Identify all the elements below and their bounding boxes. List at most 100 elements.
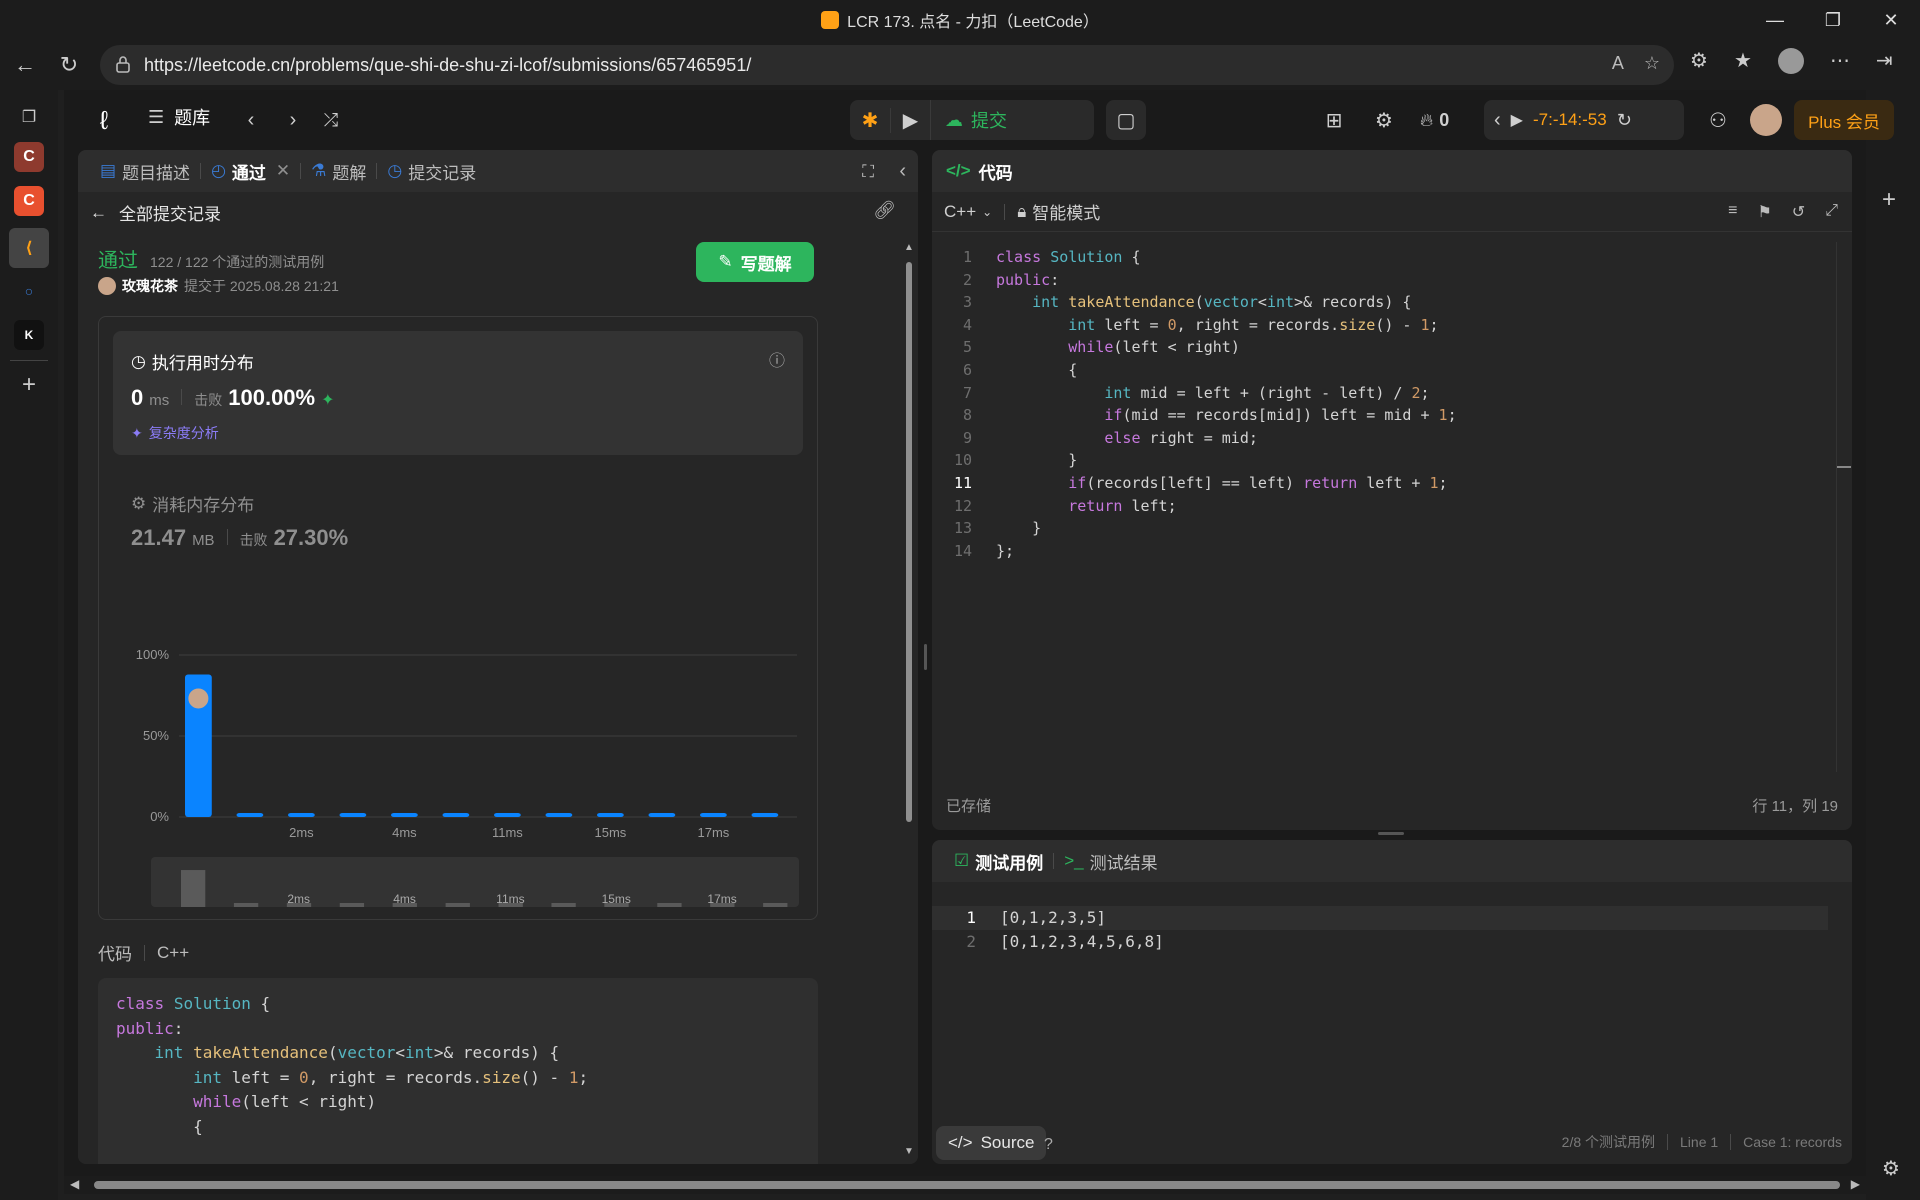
favorite-star-icon[interactable]: ☆ bbox=[1644, 53, 1660, 74]
runtime-box[interactable]: ◷ 执行用时分布 ⓘ 0 ms 击败 100.00% ✦ ✦ 复杂度分析 bbox=[113, 331, 803, 455]
code-area[interactable]: 1 class Solution {2 public: 3 int takeAtten… bbox=[932, 242, 1832, 562]
tab-testcases[interactable]: ☑ 测试用例 bbox=[946, 849, 1051, 874]
code-line[interactable]: 5 while(left < right) bbox=[932, 336, 1832, 359]
tab-csdn-icon[interactable]: C bbox=[14, 142, 44, 172]
runtime-distribution-chart[interactable]: 100% 50% 0% 2ms 4ms 11ms 15ms 17ms bbox=[109, 607, 809, 847]
code-line[interactable]: 10 } bbox=[932, 449, 1832, 472]
streak-counter[interactable]: 🔥︎ 0 bbox=[1420, 104, 1449, 136]
language-select[interactable]: C++ ⌄ bbox=[944, 202, 992, 222]
notes-icon[interactable]: ▢ bbox=[1106, 100, 1146, 140]
editor-minimap-scroll[interactable] bbox=[1836, 242, 1852, 772]
code-line[interactable]: 12 return left; bbox=[932, 495, 1832, 518]
user-avatar[interactable] bbox=[1750, 104, 1782, 136]
tab-search-icon[interactable]: ○ bbox=[14, 276, 44, 306]
plus-member-button[interactable]: Plus 会员 bbox=[1794, 100, 1894, 140]
code-line[interactable]: 11 if(records[left] == left) return left… bbox=[932, 472, 1832, 495]
fullscreen-icon[interactable]: ⛶ bbox=[862, 162, 874, 182]
mini-distribution-chart[interactable]: 2ms 4ms 11ms 15ms 17ms bbox=[151, 857, 799, 907]
testcase-line-1[interactable]: 1 [0,1,2,3,5] bbox=[932, 906, 1828, 930]
share-link-icon[interactable]: 🔗︎ bbox=[873, 200, 896, 221]
horizontal-scrollbar[interactable]: ◀ ▶ bbox=[64, 1176, 1866, 1194]
code-text: int mid = left + (right - left) / 2; bbox=[1104, 383, 1430, 402]
timer-reset-icon[interactable]: ↻ bbox=[1617, 110, 1632, 131]
code-line[interactable]: 2 public: bbox=[932, 269, 1832, 292]
layout-icon[interactable]: ⊞ bbox=[1318, 104, 1350, 136]
code-line[interactable]: 14}; bbox=[932, 540, 1832, 563]
line-number: 12 bbox=[953, 496, 972, 515]
code-line[interactable]: 4 int left = 0, right = records.size() -… bbox=[932, 314, 1832, 337]
username[interactable]: 玫瑰花茶 bbox=[122, 276, 178, 296]
close-tab-icon[interactable]: ✕ bbox=[276, 161, 290, 181]
submitted-code-line: public: bbox=[116, 1018, 184, 1038]
minimize-icon[interactable]: — bbox=[1746, 0, 1804, 40]
tab-accepted[interactable]: ◴ 通过 ✕ bbox=[203, 159, 298, 184]
url-bar[interactable]: https://leetcode.cn/problems/que-shi-de-… bbox=[100, 45, 1674, 85]
read-aloud-icon[interactable]: A bbox=[1612, 53, 1624, 74]
tab-submissions[interactable]: ◷ 提交记录 bbox=[379, 159, 484, 184]
code-line[interactable]: 3 int takeAttendance(vector<int>& record… bbox=[932, 291, 1832, 314]
restore-icon[interactable]: ❐ bbox=[1804, 0, 1862, 40]
close-icon[interactable]: ✕ bbox=[1862, 0, 1920, 40]
tab-actions-icon[interactable]: ❐ bbox=[14, 102, 44, 132]
source-button[interactable]: </> Source bbox=[936, 1126, 1047, 1160]
more-icon[interactable]: ⋯ bbox=[1830, 48, 1850, 74]
tab-kimi-icon[interactable]: K bbox=[14, 320, 44, 350]
smart-mode[interactable]: 智能模式 bbox=[1032, 199, 1100, 224]
window-titlebar: LCR 173. 点名 - 力扣（LeetCode） — ❐ ✕ bbox=[0, 0, 1920, 40]
format-icon[interactable]: ≡ bbox=[1728, 202, 1737, 222]
horizontal-resize-handle[interactable] bbox=[1378, 832, 1404, 835]
timer-play-icon[interactable]: ▶ bbox=[1511, 110, 1523, 130]
complexity-link[interactable]: ✦ 复杂度分析 bbox=[131, 423, 219, 443]
code-line[interactable]: 9 else right = mid; bbox=[932, 427, 1832, 450]
submit-button[interactable]: ☁ 提交 bbox=[930, 100, 1007, 140]
settings-gear-icon[interactable]: ⚙ bbox=[1368, 104, 1400, 136]
sidebar-toggle-icon[interactable]: ⇥ bbox=[1876, 48, 1893, 74]
testcase-editor[interactable]: 1 [0,1,2,3,5] 2 [0,1,2,3,4,5,6,8] bbox=[932, 906, 1852, 954]
reload-icon[interactable]: ↻ bbox=[52, 48, 86, 82]
tab-csdn2-icon[interactable]: C bbox=[14, 186, 44, 216]
debug-icon[interactable]: ✱ bbox=[850, 108, 890, 133]
user-avatar-small[interactable] bbox=[98, 277, 116, 295]
code-line[interactable]: 7 int mid = left + (right - left) / 2; bbox=[932, 382, 1832, 405]
code-line[interactable]: 8 if(mid == records[mid]) left = mid + 1… bbox=[932, 404, 1832, 427]
memory-tab[interactable]: ⚙ 消耗内存分布 bbox=[131, 491, 254, 516]
prev-problem-icon[interactable]: ‹ bbox=[236, 104, 266, 136]
url-text[interactable]: https://leetcode.cn/problems/que-shi-de-… bbox=[144, 55, 751, 76]
lock-icon[interactable] bbox=[114, 55, 132, 73]
cloud-upload-icon: ☁ bbox=[945, 109, 963, 130]
help-icon[interactable]: ? bbox=[1044, 1136, 1053, 1154]
timer-collapse-icon[interactable]: ‹ bbox=[1494, 109, 1501, 132]
info-icon[interactable]: ⓘ bbox=[769, 347, 785, 371]
add-friend-icon[interactable]: ⚇ bbox=[1702, 104, 1734, 136]
expand-icon[interactable]: ⤢ bbox=[1825, 202, 1838, 222]
extensions-icon[interactable]: ⚙ bbox=[1690, 48, 1708, 74]
shuffle-icon[interactable]: ⤮ bbox=[316, 104, 346, 136]
left-scrollbar[interactable]: ▲ ▼ bbox=[904, 242, 914, 1157]
tab-description[interactable]: ▤ 题目描述 bbox=[92, 159, 198, 184]
add-sidebar-icon[interactable]: + bbox=[1882, 186, 1896, 214]
reset-icon[interactable]: ↺ bbox=[1792, 202, 1805, 222]
tab-solutions[interactable]: ⚗ 题解 bbox=[303, 159, 374, 184]
write-solution-button[interactable]: ✎ 写题解 bbox=[696, 242, 814, 282]
code-text: int takeAttendance(vector<int>& records)… bbox=[1032, 293, 1412, 312]
range-slider[interactable]: 2ms 4ms 11ms 15ms 17ms bbox=[151, 857, 799, 907]
back-icon[interactable]: ← bbox=[8, 48, 42, 82]
favorites-icon[interactable]: ★ bbox=[1734, 48, 1752, 74]
tab-test-result[interactable]: >_ 测试结果 bbox=[1056, 849, 1165, 874]
code-line[interactable]: 1 class Solution { bbox=[932, 246, 1832, 269]
collapse-panel-icon[interactable]: ‹ bbox=[899, 160, 906, 183]
testcase-line-2[interactable]: 2 [0,1,2,3,4,5,6,8] bbox=[932, 930, 1852, 954]
panel-resize-handle[interactable] bbox=[924, 644, 927, 670]
tab-leetcode-icon[interactable]: ⟨ bbox=[9, 228, 49, 268]
code-line[interactable]: 6 { bbox=[932, 359, 1832, 382]
next-problem-icon[interactable]: › bbox=[278, 104, 308, 136]
back-to-submissions[interactable]: ← 全部提交记录 bbox=[90, 200, 221, 225]
code-line[interactable]: 13 } bbox=[932, 517, 1832, 540]
profile-avatar-icon[interactable] bbox=[1777, 48, 1804, 74]
problem-list-link[interactable]: ☰ 题库 bbox=[148, 104, 210, 130]
leetcode-logo-icon[interactable]: ℓ bbox=[88, 104, 120, 136]
run-button[interactable]: ▶ bbox=[890, 107, 930, 133]
settings-icon[interactable]: ⚙ bbox=[1882, 1156, 1900, 1181]
new-tab-icon[interactable]: + bbox=[14, 370, 44, 400]
bookmark-icon[interactable]: ⚑ bbox=[1757, 202, 1771, 222]
